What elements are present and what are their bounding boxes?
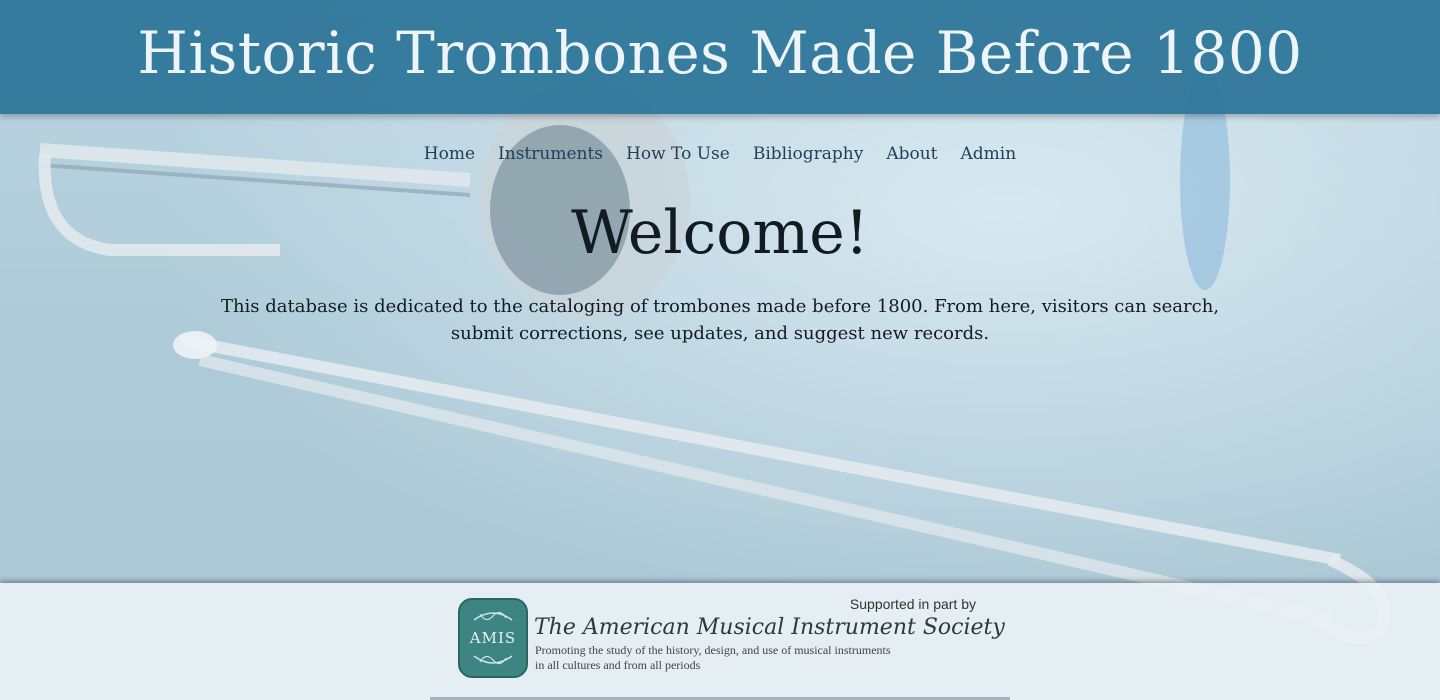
society-tagline: Promoting the study of the history, desi…: [535, 643, 955, 673]
main-nav: Home Instruments How To Use Bibliography…: [0, 144, 1440, 164]
site-title: Historic Trombones Made Before 1800: [137, 19, 1303, 87]
sponsor-footer: AMIS Supported in part by The American M…: [0, 583, 1440, 700]
nav-bibliography[interactable]: Bibliography: [753, 144, 864, 164]
amis-flourish-icon: [473, 611, 513, 665]
nav-about[interactable]: About: [886, 144, 937, 164]
site-header: Historic Trombones Made Before 1800: [0, 0, 1440, 114]
welcome-heading: Welcome!: [571, 198, 869, 268]
supported-label: Supported in part by: [849, 596, 976, 612]
intro-text: This database is dedicated to the catalo…: [220, 296, 1220, 344]
tagline-line-1: Promoting the study of the history, desi…: [535, 643, 891, 657]
nav-home[interactable]: Home: [424, 144, 475, 164]
tagline-line-2: in all cultures and from all periods: [535, 658, 701, 672]
nav-how-to-use[interactable]: How To Use: [626, 144, 730, 164]
society-name[interactable]: The American Musical Instrument Society: [534, 615, 1005, 640]
amis-logo[interactable]: AMIS: [458, 598, 528, 678]
nav-admin[interactable]: Admin: [961, 144, 1017, 164]
nav-instruments[interactable]: Instruments: [498, 144, 603, 164]
